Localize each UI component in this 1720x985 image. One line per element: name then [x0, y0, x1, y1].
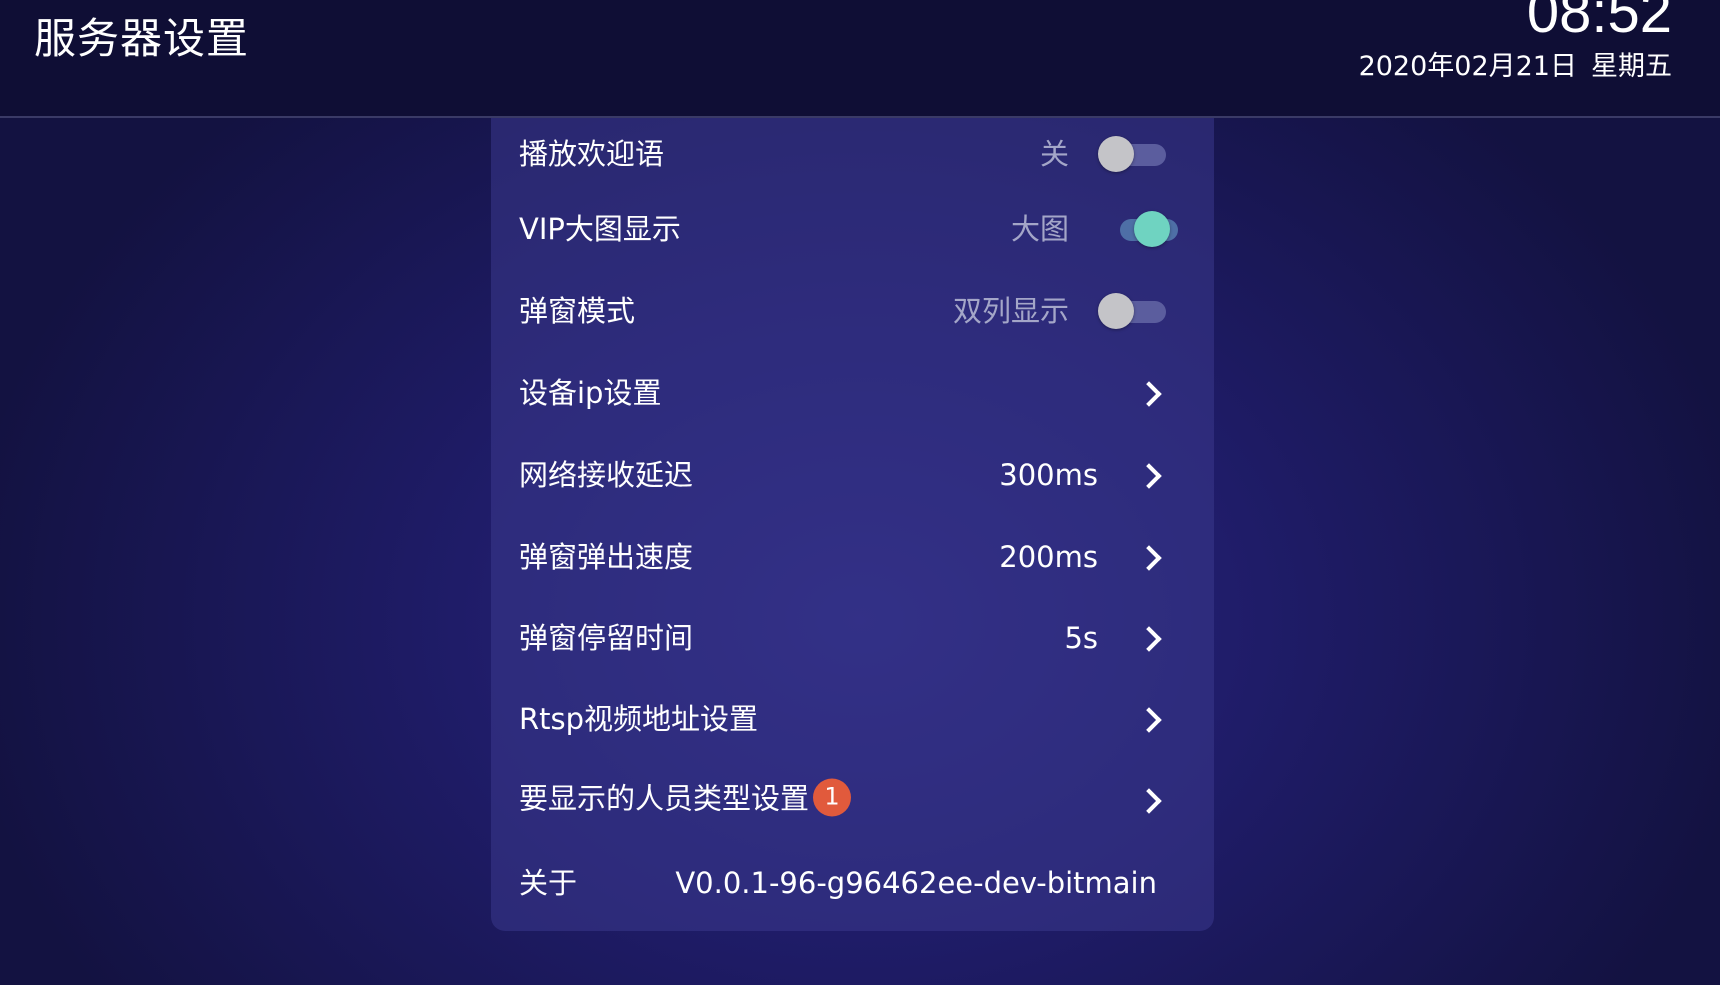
page-title: 服务器设置	[34, 14, 250, 63]
chevron-right-icon	[1136, 545, 1162, 571]
chevron-right-icon	[1136, 626, 1162, 652]
setting-label: VIP大图显示	[519, 212, 681, 246]
toggle-knob	[1098, 136, 1134, 172]
version-string: V0.0.1-96-g96462ee-dev-bitmain	[675, 866, 1157, 900]
setting-row-device-ip[interactable]: 设备ip设置	[491, 357, 1214, 429]
setting-row-vip-large-image[interactable]: VIP大图显示 大图	[491, 193, 1214, 265]
setting-label: Rtsp视频地址设置	[519, 702, 759, 736]
setting-label: 弹窗停留时间	[519, 621, 694, 655]
toggle-knob	[1134, 211, 1170, 247]
setting-label-wrap: 要显示的人员类型设置 1	[519, 778, 852, 820]
setting-label: 弹窗弹出速度	[519, 540, 694, 574]
popup-mode-toggle[interactable]	[1098, 293, 1168, 329]
chevron-right-icon	[1136, 707, 1162, 733]
notification-badge: 1	[813, 778, 852, 817]
vip-large-image-toggle[interactable]	[1108, 211, 1178, 247]
setting-value: 关	[1039, 137, 1069, 171]
weekday-text: 星期五	[1591, 51, 1672, 82]
setting-value: 200ms	[999, 540, 1098, 574]
setting-label: 弹窗模式	[519, 294, 636, 328]
chevron-right-icon	[1136, 788, 1162, 814]
date-line: 2020年02月21日 星期五	[1359, 50, 1672, 84]
setting-value: 5s	[1064, 621, 1098, 655]
chevron-right-icon	[1136, 463, 1162, 489]
setting-row-person-type[interactable]: 要显示的人员类型设置 1	[491, 764, 1214, 836]
setting-row-popup-mode[interactable]: 弹窗模式 双列显示	[491, 275, 1214, 347]
setting-label: 要显示的人员类型设置	[519, 781, 810, 816]
setting-row-welcome-voice[interactable]: 播放欢迎语 关	[491, 118, 1214, 190]
setting-value: 300ms	[999, 458, 1098, 492]
clock-time: 08:52	[1526, 0, 1672, 45]
date-text: 2020年02月21日	[1358, 51, 1577, 82]
setting-value: 双列显示	[952, 294, 1069, 328]
setting-row-popup-speed[interactable]: 弹窗弹出速度 200ms	[491, 521, 1214, 593]
setting-label: 网络接收延迟	[519, 458, 694, 492]
toggle-knob	[1098, 293, 1134, 329]
setting-row-about[interactable]: 关于 V0.0.1-96-g96462ee-dev-bitmain	[491, 847, 1214, 919]
welcome-voice-toggle[interactable]	[1098, 136, 1168, 172]
setting-label: 设备ip设置	[519, 376, 662, 410]
settings-panel: 播放欢迎语 关 VIP大图显示 大图 弹窗模式 双列显示 设备ip设置 网络接收…	[491, 118, 1214, 931]
top-bar: 服务器设置 08:52 2020年02月21日 星期五	[0, 0, 1720, 118]
setting-value: 大图	[1010, 212, 1069, 246]
setting-row-network-delay[interactable]: 网络接收延迟 300ms	[491, 439, 1214, 511]
chevron-right-icon	[1136, 381, 1162, 407]
setting-label: 播放欢迎语	[519, 137, 665, 171]
setting-row-rtsp-address[interactable]: Rtsp视频地址设置	[491, 683, 1214, 755]
setting-row-popup-duration[interactable]: 弹窗停留时间 5s	[491, 602, 1214, 674]
setting-label: 关于	[519, 866, 578, 900]
